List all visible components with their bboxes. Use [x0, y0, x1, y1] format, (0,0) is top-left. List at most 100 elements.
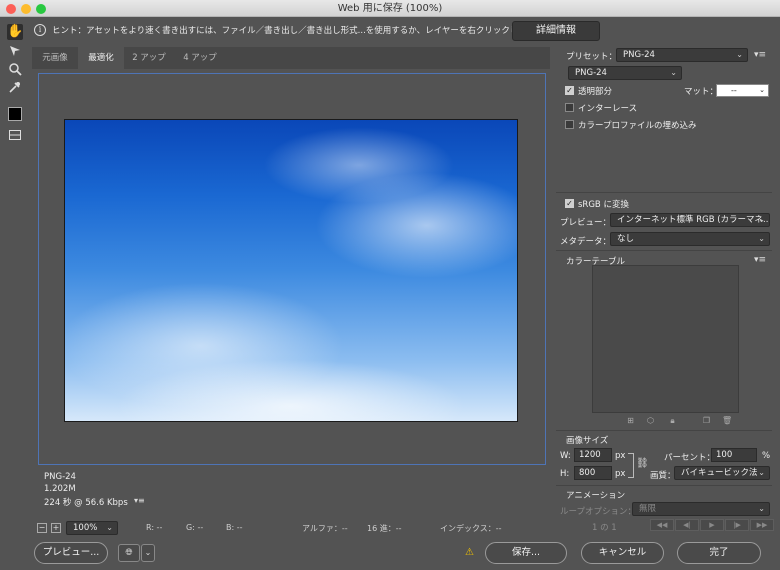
constrain-bracket	[628, 453, 634, 478]
new-color-icon[interactable]: ❐	[702, 416, 711, 425]
divider	[556, 430, 772, 431]
minimize-window-button[interactable]	[21, 4, 31, 14]
first-frame-icon[interactable]: ◀◀	[650, 519, 674, 531]
zoom-level-select[interactable]: 100% ⌄	[66, 521, 118, 535]
map-color-icon[interactable]: ⊞	[626, 416, 635, 425]
quality-select[interactable]: バイキュービック法 ⌄	[674, 466, 770, 480]
slice-select-icon[interactable]	[7, 44, 23, 60]
srgb-checkbox[interactable]: ✓	[565, 199, 574, 208]
tab-4-up[interactable]: 4 アップ	[174, 47, 226, 69]
preview-select[interactable]: インターネット標準 RGB (カラーマネ... ⌄	[610, 213, 770, 227]
blue-readout: B: --	[226, 523, 243, 532]
hint-text: ヒント：アセットをより速く書き出すには、ファイル／書き出し／書き出し形式...を…	[52, 26, 553, 36]
height-unit: px	[615, 469, 626, 479]
srgb-label: sRGB に変換	[578, 200, 629, 210]
red-readout: R: --	[146, 523, 163, 532]
browser-icon[interactable]: 🌐︎	[118, 544, 140, 562]
metadata-label: メタデータ：	[560, 237, 612, 247]
file-format-select[interactable]: PNG-24 ⌄	[568, 66, 682, 80]
chevron-down-icon: ⌄	[106, 523, 113, 532]
web-shift-icon[interactable]: ⬡	[646, 416, 655, 425]
animation-label: アニメーション	[566, 491, 626, 501]
hint-bar: i ヒント：アセットをより速く書き出すには、ファイル／書き出し／書き出し形式..…	[0, 17, 780, 45]
width-unit: px	[615, 451, 626, 461]
preview-button[interactable]: プレビュー...	[34, 542, 108, 564]
window-titlebar: Web 用に保存 (100%)	[0, 0, 780, 17]
chevron-down-icon: ⌄	[758, 504, 765, 513]
view-tabs: 元画像 最適化 2 アップ 4 アップ	[32, 47, 550, 69]
toggle-slices-icon[interactable]	[7, 128, 23, 144]
info-icon: i	[34, 24, 46, 36]
chevron-down-icon: ⌄	[736, 50, 743, 59]
frame-counter: 1 の 1	[592, 523, 617, 533]
matte-value: --	[731, 86, 737, 95]
height-field[interactable]: 800	[574, 466, 612, 480]
save-button[interactable]: 保存...	[485, 542, 567, 564]
image-filesize: 1.202M	[44, 484, 76, 494]
transparency-label: 透明部分	[578, 87, 613, 97]
transparency-checkbox[interactable]: ✓	[565, 86, 574, 95]
zoom-window-button[interactable]	[36, 4, 46, 14]
chevron-down-icon: ⌄	[759, 86, 765, 94]
image-format: PNG-24	[44, 472, 76, 482]
percent-unit: %	[762, 451, 771, 461]
width-label: W:	[560, 451, 571, 461]
done-button[interactable]: 完了	[677, 542, 761, 564]
metadata-select[interactable]: なし ⌄	[610, 232, 770, 246]
tab-2-up[interactable]: 2 アップ	[124, 47, 174, 69]
preview-value: インターネット標準 RGB (カラーマネ...	[617, 215, 770, 225]
status-bar: − + 100% ⌄ R: -- G: -- B: -- アルファ：-- 16 …	[32, 519, 550, 537]
embed-profile-label: カラープロファイルの埋め込み	[578, 121, 697, 131]
width-field[interactable]: 1200	[574, 448, 612, 462]
percent-field[interactable]: 100	[711, 448, 757, 462]
cancel-button[interactable]: キャンセル	[581, 542, 664, 564]
trash-icon[interactable]: 🗑︎	[722, 416, 732, 425]
link-icon[interactable]: ⛓︎	[636, 458, 649, 469]
zoom-icon[interactable]	[7, 62, 23, 78]
tool-panel: ✋	[0, 17, 30, 517]
matte-label: マット：	[684, 87, 719, 97]
chevron-down-icon[interactable]: ⌄	[141, 544, 155, 562]
window-title: Web 用に保存 (100%)	[337, 3, 443, 14]
file-format-value: PNG-24	[575, 68, 607, 78]
quality-label: 画質：	[650, 471, 676, 481]
divider	[556, 192, 772, 193]
height-label: H:	[560, 469, 570, 479]
eyedropper-color-swatch[interactable]	[8, 107, 22, 121]
chevron-down-icon: ⌄	[670, 68, 677, 77]
bottom-bar: プレビュー... 🌐︎ ⌄ ⚠ 保存... キャンセル 完了	[0, 537, 780, 570]
hex-readout: 16 進：--	[367, 524, 402, 533]
chevron-down-icon: ⌄	[758, 468, 765, 477]
details-button[interactable]: 詳細情報	[512, 21, 600, 41]
last-frame-icon[interactable]: ▶▶	[750, 519, 774, 531]
loop-options-label: ループオプション：	[560, 507, 636, 517]
preset-label: プリセット：	[566, 52, 618, 62]
matte-select[interactable]: -- ⌄	[716, 84, 769, 97]
interlace-checkbox[interactable]	[565, 103, 574, 112]
close-window-button[interactable]	[6, 4, 16, 14]
color-table-menu-icon[interactable]: ▾≡	[754, 255, 766, 265]
preview-image	[64, 119, 518, 422]
chevron-down-icon: ⌄	[758, 215, 765, 224]
tab-original[interactable]: 元画像	[32, 47, 78, 69]
color-table[interactable]	[592, 265, 739, 413]
loop-options-select[interactable]: 無限 ⌄	[632, 502, 770, 516]
previous-frame-icon[interactable]: ◀|	[675, 519, 699, 531]
zoom-out-icon[interactable]: −	[37, 523, 47, 533]
tab-optimized[interactable]: 最適化	[78, 47, 124, 69]
loop-options-value: 無限	[639, 504, 657, 514]
metadata-value: なし	[617, 234, 635, 244]
divider	[556, 485, 772, 486]
play-icon[interactable]: ▶	[700, 519, 724, 531]
zoom-in-icon[interactable]: +	[51, 523, 61, 533]
preset-select[interactable]: PNG-24 ⌄	[616, 48, 748, 62]
next-frame-icon[interactable]: |▶	[725, 519, 749, 531]
eyedropper-icon[interactable]	[7, 80, 23, 96]
download-speed-menu-icon[interactable]: ▾≡	[134, 496, 145, 505]
embed-profile-checkbox[interactable]	[565, 120, 574, 129]
preview-label: プレビュー：	[560, 218, 612, 228]
hand-icon[interactable]: ✋	[7, 24, 23, 40]
preset-menu-icon[interactable]: ▾≡	[754, 50, 766, 60]
lock-icon[interactable]: 🔒︎	[668, 416, 677, 425]
divider	[556, 250, 772, 251]
